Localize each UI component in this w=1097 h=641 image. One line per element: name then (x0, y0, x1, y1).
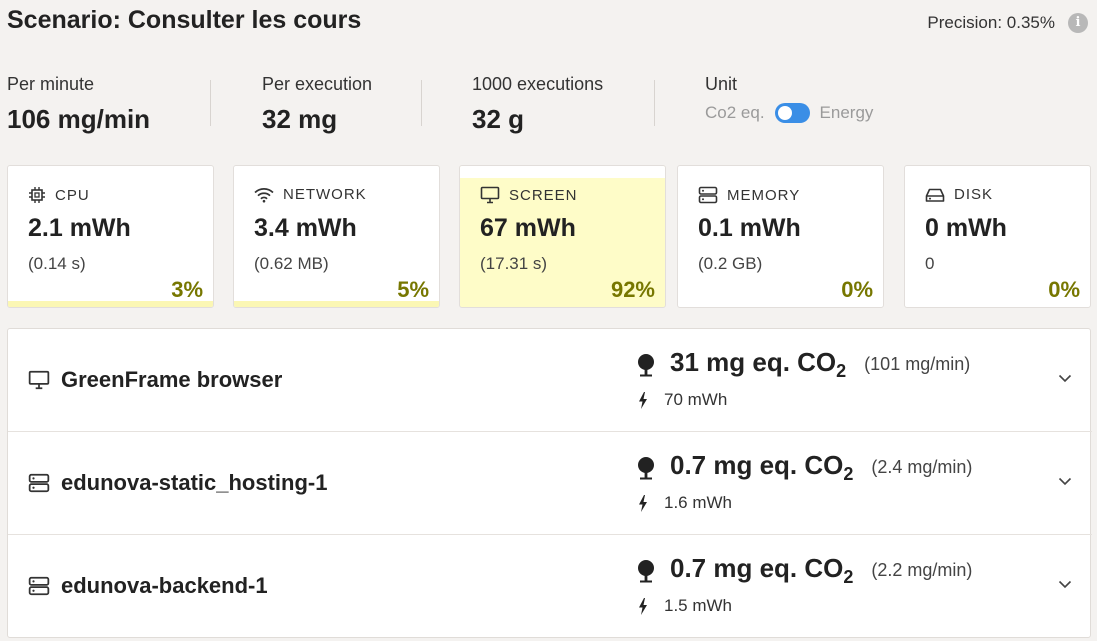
card-disk: DISK 0 mWh 0 0% (904, 165, 1091, 308)
tree-icon (638, 559, 654, 583)
container-row[interactable]: edunova-static_hosting-1 0.7 mg eq. CO2 … (8, 432, 1092, 535)
co2-rate: (2.2 mg/min) (871, 560, 973, 581)
storage-icon (28, 576, 50, 596)
card-label: DISK (954, 186, 994, 203)
container-row[interactable]: edunova-backend-1 0.7 mg eq. CO2 (2.2 mg… (8, 535, 1092, 638)
toggle-knob (777, 106, 792, 120)
stat-value: 32 g (472, 104, 525, 134)
stat-per-execution: Per execution 32 mg (262, 74, 372, 135)
chevron-down-icon[interactable] (1058, 476, 1072, 486)
tree-icon (638, 353, 654, 377)
info-icon[interactable]: i (1068, 13, 1088, 33)
card-detail: (0.62 MB) (254, 254, 329, 273)
co2-amount: 31 mg eq. CO2 (670, 347, 847, 382)
card-memory: MEMORY 0.1 mWh (0.2 GB) 0% (677, 165, 884, 308)
card-network: NETWORK 3.4 mWh (0.62 MB) 5% (233, 165, 440, 308)
monitor-icon (28, 370, 50, 390)
share-bar-top (460, 166, 665, 178)
bolt-icon (639, 494, 647, 512)
container-name: edunova-backend-1 (61, 573, 268, 598)
share-bar (234, 301, 439, 307)
co2-rate: (2.4 mg/min) (871, 457, 973, 478)
co2-amount: 0.7 mg eq. CO2 (670, 553, 854, 588)
card-value: 2.1 mWh (28, 214, 131, 242)
card-detail: (0.14 s) (28, 254, 86, 273)
card-percent: 0% (1048, 277, 1080, 302)
container-name: GreenFrame browser (61, 367, 283, 392)
stat-value: 106 mg/min (7, 104, 151, 134)
page-title: Scenario: Consulter les cours (7, 6, 362, 34)
chevron-down-icon[interactable] (1058, 579, 1072, 589)
card-label: SCREEN (509, 186, 578, 204)
stat-label: Per execution (262, 74, 373, 94)
wifi-icon (254, 187, 274, 202)
card-value: 3.4 mWh (254, 214, 357, 242)
card-label: MEMORY (727, 186, 801, 204)
card-percent: 0% (841, 277, 873, 302)
unit-label: Unit (705, 74, 738, 94)
share-bar (8, 301, 213, 307)
card-value: 0.1 mWh (698, 214, 801, 242)
card-detail: (17.31 s) (480, 254, 548, 273)
storage-icon (698, 186, 718, 204)
stat-label: 1000 executions (472, 74, 604, 94)
tree-icon (638, 456, 654, 480)
disk-icon (925, 188, 945, 202)
card-percent: 92% (610, 277, 655, 302)
container-name: edunova-static_hosting-1 (61, 470, 328, 495)
card-value: 67 mWh (480, 214, 576, 242)
container-list: GreenFrame browser 31 mg eq. CO2 (101 mg… (7, 328, 1092, 638)
divider (210, 80, 211, 126)
card-percent: 3% (171, 277, 203, 302)
precision-label: Precision: 0.35% (927, 13, 1055, 32)
card-cpu: CPU 2.1 mWh (0.14 s) 3% (7, 165, 214, 308)
card-label: NETWORK (283, 186, 367, 203)
energy-value: 70 mWh (664, 390, 728, 409)
unit-co2-option[interactable]: Co2 eq. (705, 103, 765, 123)
stat-1000-executions: 1000 executions 32 g (472, 74, 603, 135)
card-detail: 0 (925, 254, 935, 273)
monitor-icon (480, 186, 500, 204)
unit-selector: Unit Co2 eq. Energy (705, 74, 873, 123)
unit-energy-option[interactable]: Energy (820, 103, 874, 123)
stat-value: 32 mg (262, 104, 338, 134)
cpu-icon (29, 187, 45, 203)
card-label: CPU (55, 186, 90, 204)
divider (421, 80, 422, 126)
card-percent: 5% (397, 277, 429, 302)
bolt-icon (639, 597, 647, 615)
unit-toggle[interactable] (774, 103, 810, 123)
stat-label: Per minute (7, 74, 95, 94)
storage-icon (28, 473, 50, 493)
stat-per-minute: Per minute 106 mg/min (7, 74, 150, 135)
chevron-down-icon[interactable] (1058, 373, 1072, 383)
card-screen: SCREEN 67 mWh (17.31 s) 92% (459, 165, 666, 308)
energy-value: 1.6 mWh (664, 493, 733, 512)
card-detail: (0.2 GB) (698, 254, 763, 273)
energy-value: 1.5 mWh (664, 596, 733, 615)
divider (654, 80, 655, 126)
co2-amount: 0.7 mg eq. CO2 (670, 450, 854, 485)
co2-rate: (101 mg/min) (864, 354, 971, 375)
bolt-icon (639, 391, 647, 409)
card-value: 0 mWh (925, 214, 1007, 242)
container-row[interactable]: GreenFrame browser 31 mg eq. CO2 (101 mg… (8, 329, 1092, 432)
